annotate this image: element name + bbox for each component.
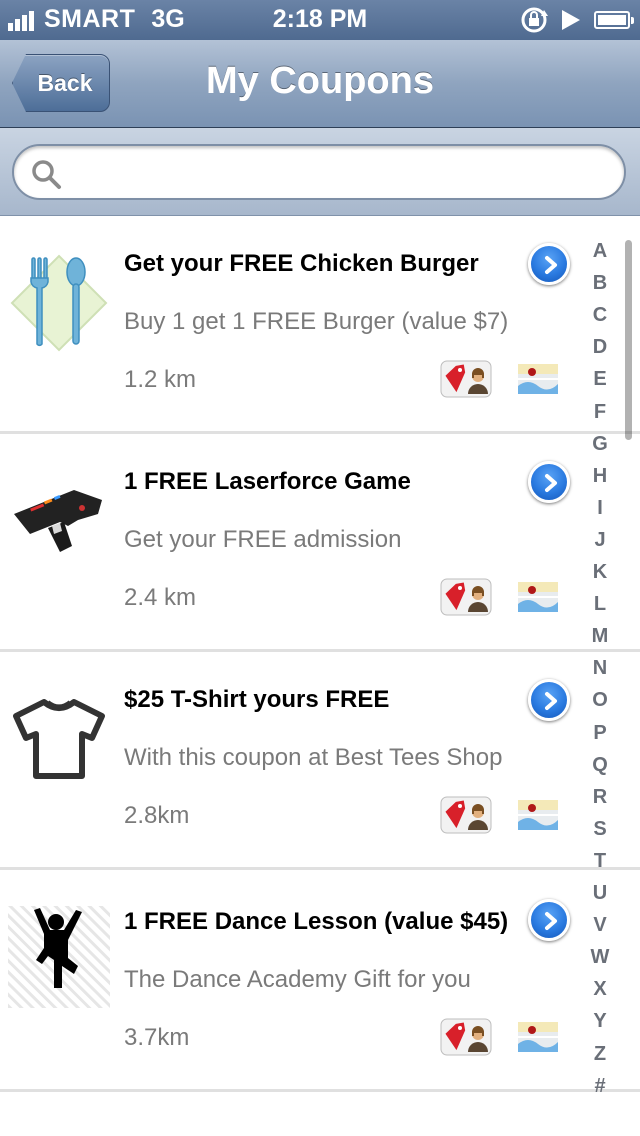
coupon-list: Get your FREE Chicken Burger Buy 1 get 1… bbox=[0, 216, 640, 1136]
fork-spoon-icon bbox=[10, 254, 108, 352]
battery-icon bbox=[594, 11, 634, 29]
detail-disclosure-button[interactable] bbox=[528, 679, 570, 721]
index-letter[interactable]: R bbox=[584, 786, 616, 809]
index-letter[interactable]: V bbox=[584, 914, 616, 937]
coupon-distance: 3.7km bbox=[124, 1024, 190, 1051]
detail-disclosure-button[interactable] bbox=[528, 899, 570, 941]
index-letter[interactable]: N bbox=[584, 657, 616, 680]
coupon-title: $25 T-Shirt yours FREE bbox=[124, 686, 390, 713]
map-icon[interactable] bbox=[518, 364, 558, 394]
coupon-title: Get your FREE Chicken Burger bbox=[124, 250, 479, 277]
coupon-tag-icon[interactable] bbox=[440, 578, 492, 616]
coupon-tag-icon[interactable] bbox=[440, 796, 492, 834]
index-letter[interactable]: S bbox=[584, 818, 616, 841]
index-letter[interactable]: K bbox=[584, 561, 616, 584]
map-icon[interactable] bbox=[518, 800, 558, 830]
coupon-distance: 1.2 km bbox=[124, 366, 197, 393]
tshirt-icon bbox=[13, 699, 105, 779]
index-letter[interactable]: C bbox=[584, 304, 616, 327]
chevron-right-icon bbox=[545, 474, 557, 492]
index-letter[interactable]: F bbox=[584, 401, 616, 424]
index-letter[interactable]: M bbox=[584, 625, 616, 648]
rotation-lock-icon bbox=[521, 7, 548, 33]
coupon-tag-icon[interactable] bbox=[440, 1018, 492, 1056]
coupon-title: 1 FREE Dance Lesson (value $45) bbox=[124, 908, 509, 935]
index-letter[interactable]: E bbox=[584, 368, 616, 391]
coupon-row[interactable]: 1 FREE Dance Lesson (value $45) The Danc… bbox=[0, 870, 640, 1092]
map-icon[interactable] bbox=[518, 1022, 558, 1052]
coupon-tag-icon[interactable] bbox=[440, 360, 492, 398]
index-letter[interactable]: A bbox=[584, 240, 616, 263]
index-letter[interactable]: B bbox=[584, 272, 616, 295]
coupon-description: Buy 1 get 1 FREE Burger (value $7) bbox=[124, 308, 509, 335]
coupon-row[interactable]: 1 FREE Laserforce Game Get your FREE adm… bbox=[0, 434, 640, 652]
index-letter[interactable]: D bbox=[584, 336, 616, 359]
index-letter[interactable]: W bbox=[584, 946, 616, 969]
index-letter[interactable]: H bbox=[584, 465, 616, 488]
navigation-bar: Back My Coupons bbox=[0, 40, 640, 128]
index-letter[interactable]: J bbox=[584, 529, 616, 552]
detail-disclosure-button[interactable] bbox=[528, 243, 570, 285]
search-bar bbox=[0, 128, 640, 216]
index-letter[interactable]: Q bbox=[584, 754, 616, 777]
coupon-distance: 2.4 km bbox=[124, 584, 197, 611]
play-icon bbox=[562, 10, 580, 30]
search-input[interactable] bbox=[74, 146, 624, 198]
coupon-title: 1 FREE Laserforce Game bbox=[124, 468, 411, 495]
page-title: My Coupons bbox=[206, 60, 434, 102]
laser-gun-icon bbox=[14, 490, 102, 552]
chevron-right-icon bbox=[545, 256, 557, 274]
chevron-right-icon bbox=[545, 912, 557, 930]
scroll-indicator bbox=[625, 240, 632, 440]
coupon-distance: 2.8km bbox=[124, 802, 190, 829]
map-icon[interactable] bbox=[518, 582, 558, 612]
coupon-description: With this coupon at Best Tees Shop bbox=[124, 744, 503, 771]
index-letter[interactable]: # bbox=[584, 1075, 616, 1098]
chevron-right-icon bbox=[545, 692, 557, 710]
index-letter[interactable]: O bbox=[584, 689, 616, 712]
index-letter[interactable]: L bbox=[584, 593, 616, 616]
index-letter[interactable]: P bbox=[584, 722, 616, 745]
alphabet-index[interactable]: A B C D E F G H I J K L M N O P Q R S T U V W X Y Z # bbox=[584, 240, 616, 1100]
coupon-description: The Dance Academy Gift for you bbox=[124, 966, 471, 993]
search-icon bbox=[32, 160, 61, 189]
status-bar: SMART 3G 2:18 PM bbox=[0, 0, 640, 40]
index-letter[interactable]: U bbox=[584, 882, 616, 905]
index-letter[interactable]: X bbox=[584, 978, 616, 1001]
index-letter[interactable]: Y bbox=[584, 1010, 616, 1033]
coupon-row[interactable]: $25 T-Shirt yours FREE With this coupon … bbox=[0, 652, 640, 870]
index-letter[interactable]: T bbox=[584, 850, 616, 873]
index-letter[interactable]: G bbox=[584, 433, 616, 456]
coupon-description: Get your FREE admission bbox=[124, 526, 402, 553]
detail-disclosure-button[interactable] bbox=[528, 461, 570, 503]
search-field-container[interactable] bbox=[12, 144, 626, 200]
coupon-row[interactable]: Get your FREE Chicken Burger Buy 1 get 1… bbox=[0, 216, 640, 434]
index-letter[interactable]: I bbox=[584, 497, 616, 520]
dancer-icon bbox=[8, 906, 110, 1008]
index-letter[interactable]: Z bbox=[584, 1043, 616, 1066]
